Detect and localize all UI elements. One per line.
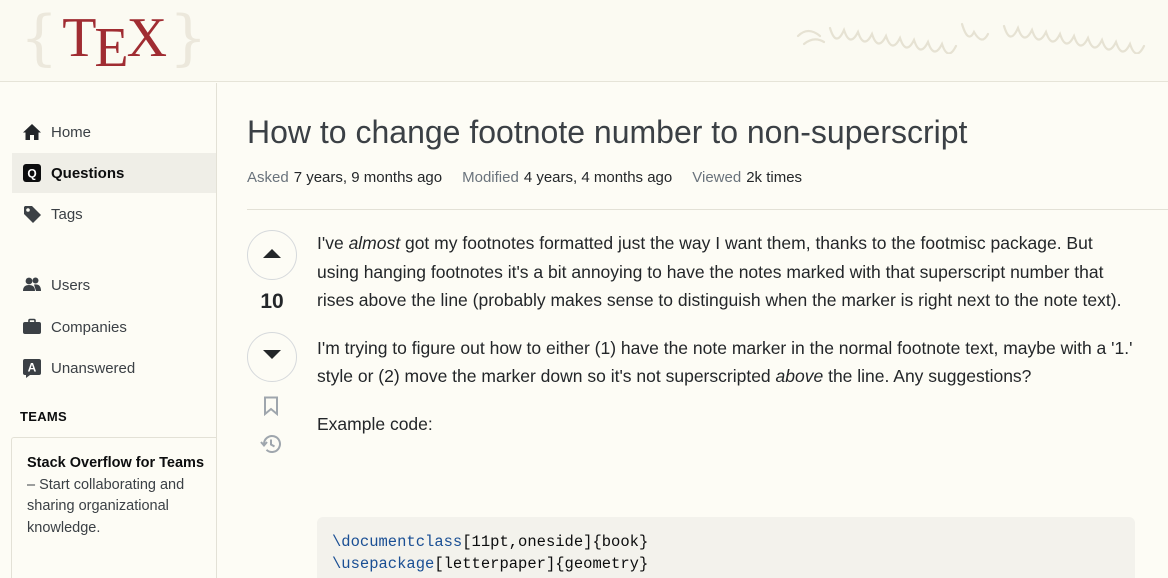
upvote-button[interactable] xyxy=(247,230,297,280)
meta-viewed: Viewed 2k times xyxy=(692,169,802,186)
site-header: { TEX } xyxy=(0,0,1168,82)
downvote-button[interactable] xyxy=(247,332,297,382)
unanswered-icon: A xyxy=(22,358,42,378)
code-line: \usepackage[letterpaper]{geometry} xyxy=(332,555,649,573)
question-meta: Asked 7 years, 9 months ago Modified 4 yea… xyxy=(247,169,822,186)
sidebar-item-label: Home xyxy=(51,123,92,141)
sidebar-item-users[interactable]: Users xyxy=(12,265,216,305)
users-icon xyxy=(22,275,42,295)
body-paragraph: I'm trying to figure out how to either (… xyxy=(317,337,1133,387)
sidebar-item-label: Questions xyxy=(51,164,125,182)
bookmark-icon xyxy=(263,396,279,421)
history-icon xyxy=(260,433,282,460)
sidebar-item-label: Unanswered xyxy=(51,359,136,377)
logo-brace-right: } xyxy=(169,3,208,73)
meta-value: 2k times xyxy=(746,169,803,186)
vote-count: 10 xyxy=(260,290,284,313)
meta-value[interactable]: 7 years, 9 months ago xyxy=(294,169,442,186)
arrow-up-icon xyxy=(262,246,282,264)
body-paragraph: I've almost got my footnotes formatted j… xyxy=(317,233,1122,310)
teams-heading: TEAMS xyxy=(20,409,67,424)
home-icon xyxy=(22,122,42,142)
logo-brace-left: { xyxy=(20,3,59,73)
svg-text:A: A xyxy=(28,361,37,375)
teams-promo-title: Stack Overflow for Teams xyxy=(27,455,205,471)
meta-label: Asked xyxy=(247,169,289,186)
question-body: I've almost got my footnotes formatted j… xyxy=(317,229,1137,457)
meta-label: Viewed xyxy=(692,169,742,186)
sidebar-item-tags[interactable]: Tags xyxy=(12,194,216,234)
questions-icon: Q xyxy=(22,163,42,183)
header-decoration xyxy=(790,14,1168,63)
sidebar-item-label: Companies xyxy=(51,318,127,336)
briefcase-icon xyxy=(22,317,42,337)
code-line: \documentclass[11pt,oneside]{book} xyxy=(332,533,649,551)
question-title[interactable]: How to change footnote number to non-sup… xyxy=(247,114,967,151)
history-button[interactable] xyxy=(259,434,283,458)
sidebar-item-questions[interactable]: Q Questions xyxy=(12,153,216,193)
sidebar-item-label: Tags xyxy=(51,205,83,223)
code-block[interactable]: \documentclass[11pt,oneside]{book} \usep… xyxy=(317,517,1135,578)
sidebar-item-unanswered[interactable]: A Unanswered xyxy=(12,348,216,388)
arrow-down-icon xyxy=(262,348,282,366)
sidebar-item-home[interactable]: Home xyxy=(12,112,216,152)
logo-text: TEX xyxy=(62,7,167,79)
left-sidebar: Home Q Questions Tags Users Companies A … xyxy=(0,83,217,578)
body-paragraph: Example code: xyxy=(317,413,433,434)
teams-promo-text: – Start collaborating and sharing organi… xyxy=(27,476,185,536)
elvish-script-decoration xyxy=(796,22,1146,55)
svg-text:Q: Q xyxy=(27,167,36,181)
tag-icon xyxy=(22,204,42,224)
meta-asked: Asked 7 years, 9 months ago xyxy=(247,169,442,186)
header-divider xyxy=(247,209,1168,210)
bookmark-button[interactable] xyxy=(259,396,283,420)
sidebar-item-label: Users xyxy=(51,276,91,294)
site-logo[interactable]: { TEX } xyxy=(20,3,208,79)
meta-label: Modified xyxy=(462,169,519,186)
teams-promo[interactable]: Stack Overflow for Teams – Start collabo… xyxy=(11,437,216,578)
sidebar-item-companies[interactable]: Companies xyxy=(12,307,216,347)
meta-value[interactable]: 4 years, 4 months ago xyxy=(524,169,672,186)
meta-modified: Modified 4 years, 4 months ago xyxy=(462,169,672,186)
